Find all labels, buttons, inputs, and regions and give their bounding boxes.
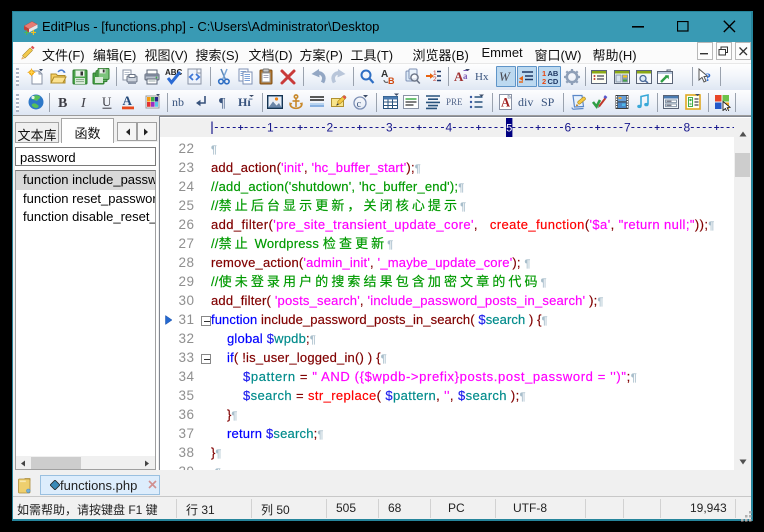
- svg-text:A: A: [501, 96, 510, 110]
- svg-text:¶: ¶: [219, 96, 226, 111]
- svg-text:W: W: [499, 69, 511, 84]
- svg-text:+: +: [31, 28, 37, 36]
- svg-text:5: 5: [506, 123, 512, 135]
- svg-text:nb: nb: [172, 95, 184, 109]
- svg-text:A: A: [123, 93, 133, 108]
- svg-text:CD: CD: [547, 77, 558, 86]
- svg-text:2: 2: [433, 76, 437, 83]
- svg-text:6: 6: [565, 121, 572, 135]
- svg-text:8: 8: [684, 121, 691, 135]
- svg-text:+: +: [24, 28, 29, 37]
- svg-text:2: 2: [327, 121, 334, 135]
- svg-text:SP: SP: [541, 95, 555, 109]
- svg-text:B: B: [58, 96, 67, 111]
- svg-text:I: I: [80, 96, 87, 111]
- svg-text:3: 3: [386, 121, 393, 135]
- svg-text:Hı̄: Hı̄: [238, 95, 253, 109]
- svg-text:Hx: Hx: [475, 71, 489, 83]
- svg-text:1: 1: [267, 121, 274, 135]
- svg-text:a: a: [463, 71, 468, 81]
- svg-text:div: div: [518, 95, 533, 109]
- svg-text:?: ?: [705, 70, 711, 84]
- svg-text:2: 2: [542, 77, 546, 86]
- svg-text:7: 7: [624, 121, 631, 135]
- svg-text:U: U: [102, 94, 112, 109]
- svg-text:B: B: [388, 76, 395, 86]
- svg-text:PRE: PRE: [446, 97, 463, 107]
- svg-text:4: 4: [446, 121, 453, 135]
- svg-text:c: c: [357, 99, 362, 110]
